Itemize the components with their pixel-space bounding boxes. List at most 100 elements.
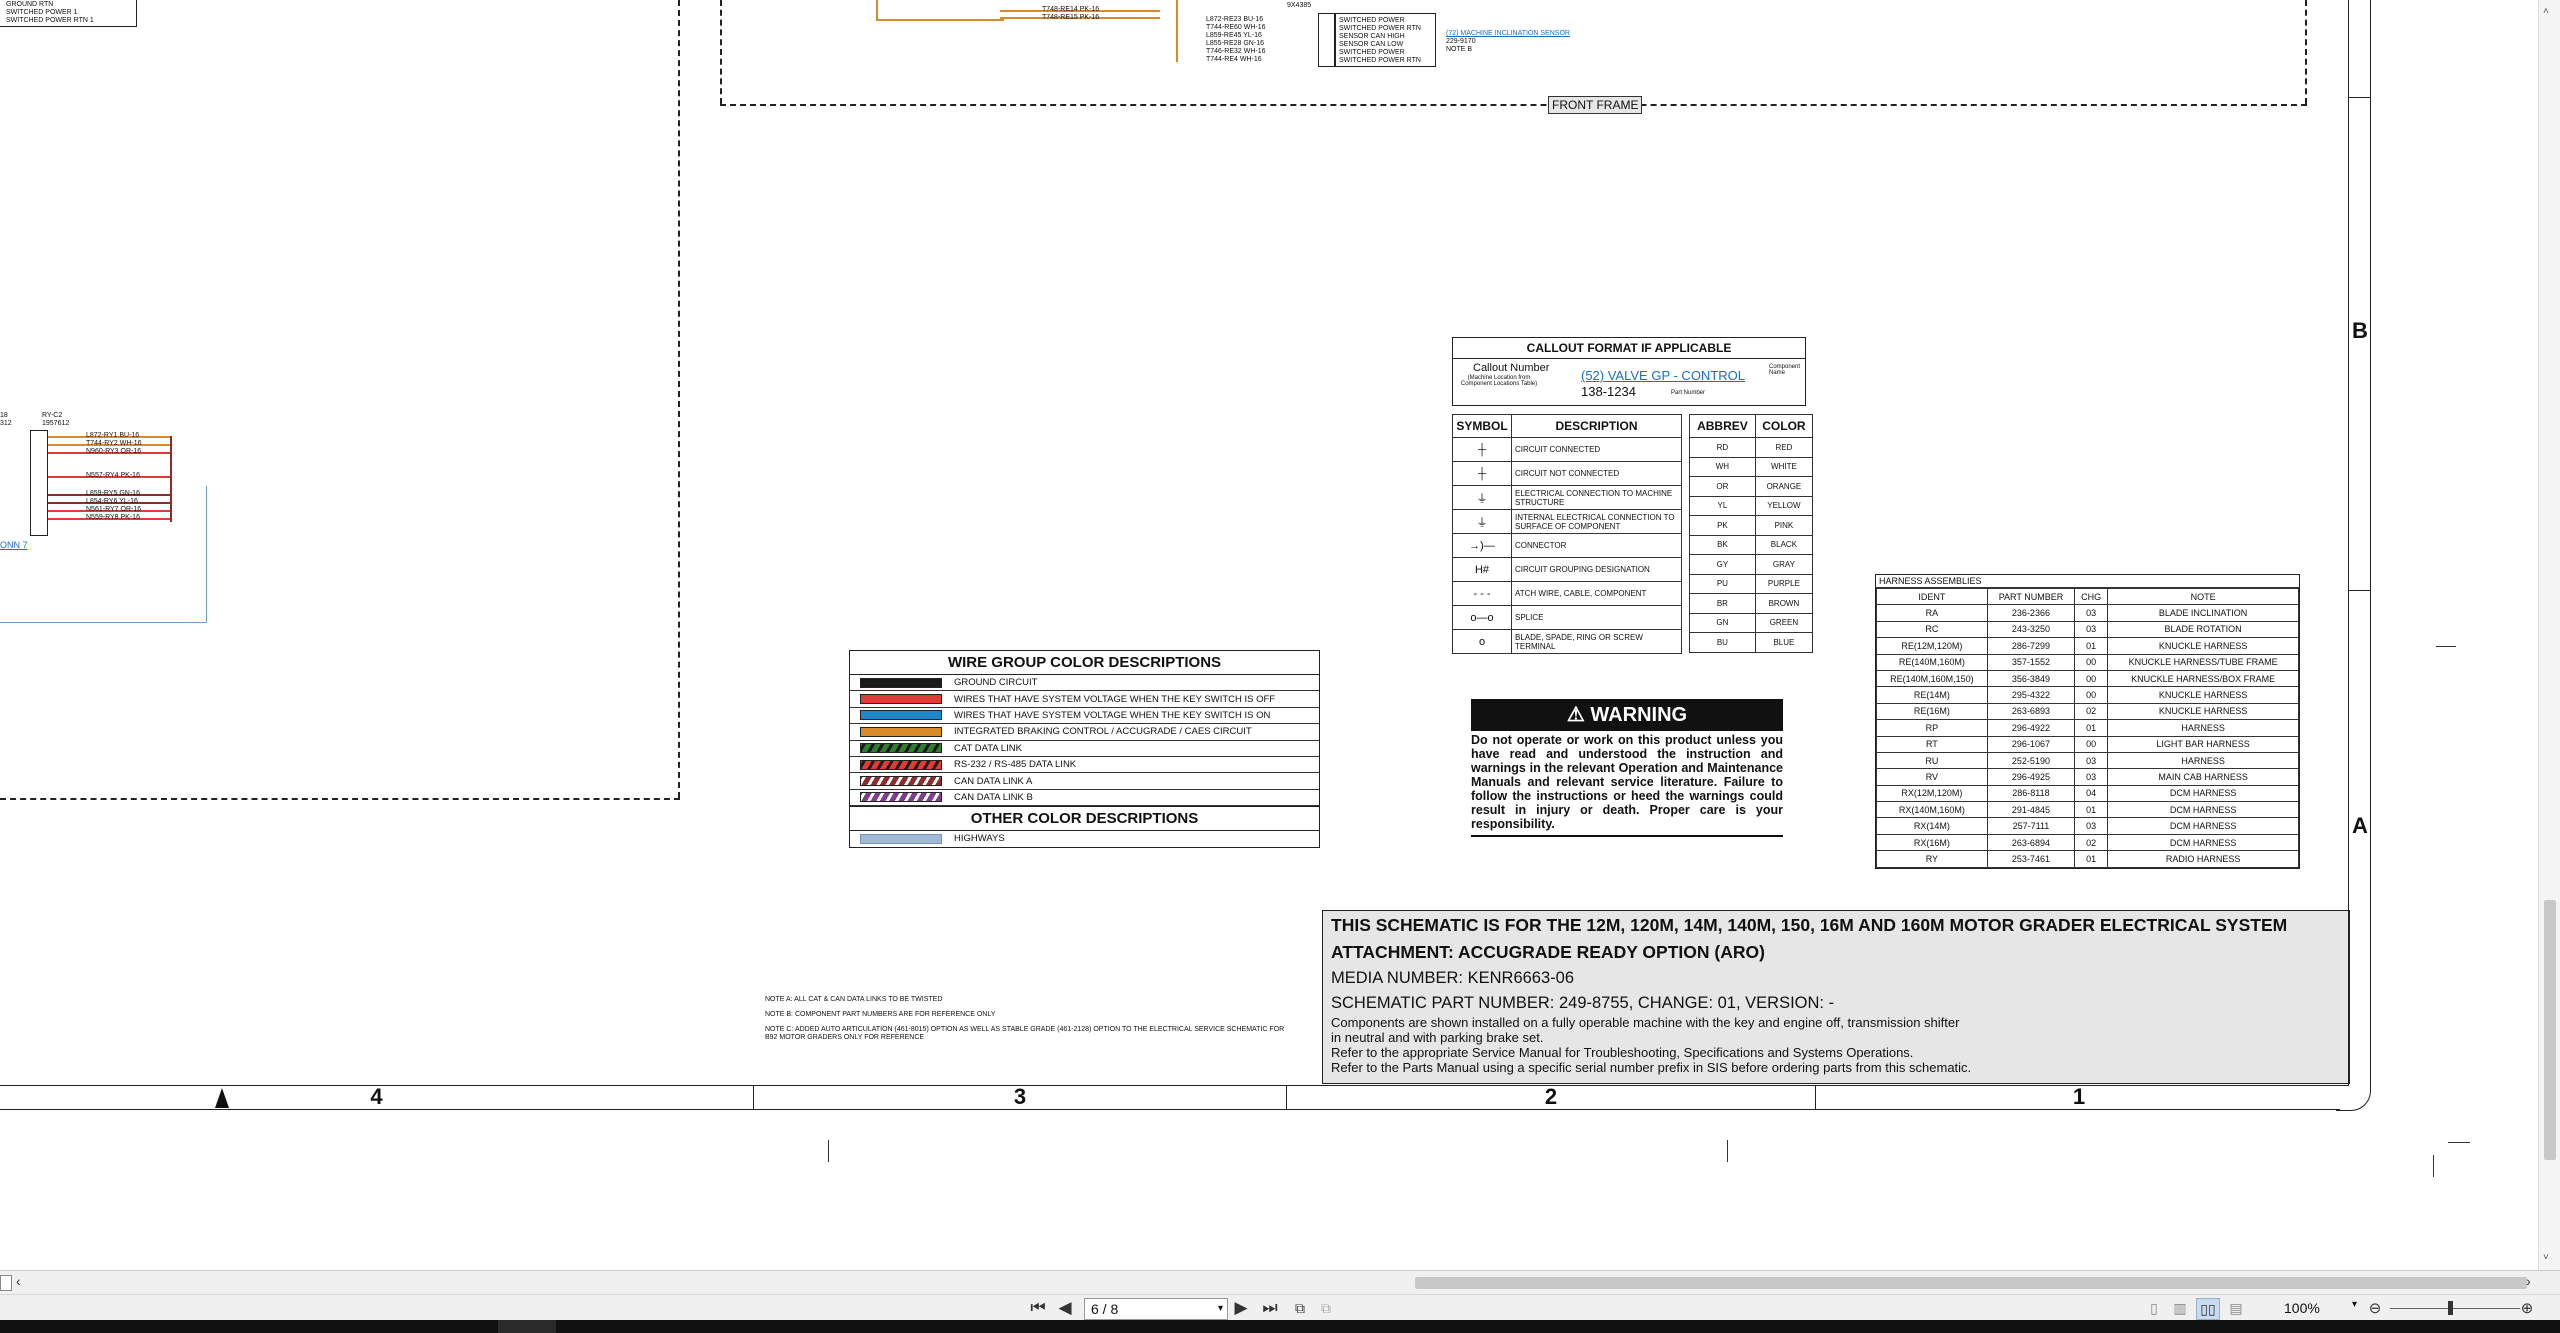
trim-mark: [1727, 1140, 1728, 1162]
harness-cell: 02: [2074, 702, 2109, 721]
zone-b: B: [2352, 318, 2368, 343]
zone-tick: [2348, 97, 2370, 98]
zoom-slider[interactable]: [2390, 1308, 2520, 1309]
harness-cell: 286-7299: [1986, 637, 2076, 655]
harness-cell: 00: [2074, 686, 2109, 704]
front-frame-left: [720, 0, 722, 104]
callout-example-link[interactable]: (52) VALVE GP - CONTROL: [1581, 368, 1745, 383]
zoom-level[interactable]: 100%: [2284, 1300, 2320, 1316]
scroll-left-icon[interactable]: ‹: [16, 1273, 21, 1289]
wire-group-row: GROUND CIRCUIT: [850, 675, 1319, 692]
harness-cell: RE(14M): [1876, 686, 1988, 704]
front-frame-bottom: [720, 104, 2307, 106]
harness-cell: 296-4922: [1986, 719, 2076, 737]
wire-label: N559-RY8 PK-16: [86, 514, 140, 521]
zoom-dropdown-icon[interactable]: ▾: [2352, 1299, 2357, 1310]
single-page-button[interactable]: ▯: [2144, 1298, 2164, 1318]
sheet-border-inner: [2348, 0, 2349, 1086]
harness-cell: 236-2366: [1986, 604, 2076, 622]
ident-header: IDENT: [1876, 587, 1988, 606]
harness-cell: KNUCKLE HARNESS: [2107, 686, 2299, 704]
symbol-row: - - - ATCH WIRE, CABLE, COMPONENT: [1452, 581, 1682, 606]
connector-part: 9X4385: [1287, 2, 1312, 9]
wire-group-label: CAN DATA LINK B: [954, 791, 1033, 803]
sensor-link[interactable]: (72) MACHINE INCLINATION SENSOR: [1446, 30, 1570, 37]
harness-cell: 356-3849: [1986, 669, 2076, 688]
part-number-header: PART NUMBER: [1986, 587, 2076, 606]
harness-row: RA 236-2366 03 BLADE INCLINATION: [1876, 604, 2299, 622]
taskbar-item[interactable]: [498, 1320, 556, 1333]
symbol-header: SYMBOL: [1452, 414, 1512, 438]
last-page-button[interactable]: ⏭: [1260, 1298, 1280, 1318]
conn-link[interactable]: ONN 7: [0, 540, 28, 550]
warning-panel: ⚠ WARNING Do not operate or work on this…: [1471, 699, 1783, 837]
harness-cell: 03: [2074, 817, 2109, 835]
wire-label: L872-RE23 BU-16: [1206, 16, 1264, 23]
scroll-down-icon[interactable]: ˅: [2543, 1252, 2549, 1263]
next-page-button[interactable]: ▶: [1232, 1298, 1250, 1318]
horizontal-scrollbar[interactable]: ‹ ›: [0, 1270, 2560, 1295]
callout-title: CALLOUT FORMAT IF APPLICABLE: [1453, 338, 1805, 359]
wire-label: T744-RE4 WH-16: [1206, 56, 1262, 63]
connector-icon: →)—: [1452, 533, 1512, 558]
harness-row: RX(12M,120M) 286-8118 04 DCM HARNESS: [1876, 784, 2299, 803]
symbol-table: SYMBOL DESCRIPTION ┼ CIRCUIT CONNECTED ┼ …: [1452, 414, 1682, 654]
previous-page-button[interactable]: ◀: [1056, 1298, 1074, 1318]
harness-cell: 01: [2074, 637, 2109, 655]
title-body-3: Refer to the appropriate Service Manual …: [1331, 1045, 1914, 1060]
warning-icon: ⚠: [1566, 704, 1585, 726]
zoom-slider-thumb[interactable]: [2448, 1301, 2453, 1315]
continuous-facing-button[interactable]: ▤: [2226, 1298, 2246, 1318]
scroll-right-icon[interactable]: ›: [2526, 1273, 2531, 1289]
color-abbrev: GY: [1689, 554, 1756, 575]
previous-view-button[interactable]: ⧉: [1290, 1298, 1310, 1318]
vertical-scrollbar[interactable]: ˄ ˅: [2538, 0, 2560, 1270]
facing-button[interactable]: ▯▯: [2196, 1298, 2220, 1320]
harness-cell: 252-5190: [1986, 751, 2076, 770]
zoom-in-icon: ⊕: [2520, 1300, 2534, 1317]
wire-label: L855-RE28 GN-16: [1206, 40, 1264, 47]
harness-cell: 257-7111: [1986, 817, 2076, 835]
harness-row: RV 296-4925 03 MAIN CAB HARNESS: [1876, 768, 2299, 786]
zoom-in-button[interactable]: ⊕: [2518, 1298, 2536, 1318]
wire-group-label: RS-232 / RS-485 DATA LINK: [954, 759, 1077, 771]
chevron-down-icon[interactable]: ▾: [1218, 1299, 1223, 1319]
connector-part: 1957612: [42, 420, 70, 427]
attach-wire-icon: - - -: [1452, 581, 1512, 606]
continuous-button[interactable]: ▥: [2170, 1298, 2190, 1318]
zoom-out-button[interactable]: ⊖: [2366, 1298, 2384, 1318]
symbol-description: SPLICE: [1511, 605, 1682, 630]
other-color-label: HIGHWAYS: [954, 833, 1005, 845]
zone-3: 3: [754, 1085, 1287, 1109]
color-row: BU BLUE: [1689, 632, 1814, 653]
harness-cell: 02: [2074, 833, 2109, 852]
harness-row: RE(16M) 263-6893 02 KNUCKLE HARNESS: [1876, 702, 2299, 721]
symbol-description: INTERNAL ELECTRICAL CONNECTION TO SURFAC…: [1511, 509, 1682, 534]
scroll-up-icon[interactable]: ˄: [2543, 6, 2549, 17]
other-color-row: HIGHWAYS: [850, 831, 1319, 846]
sensor-link-text[interactable]: (72) MACHINE INCLINATION SENSOR: [1446, 30, 1570, 37]
front-frame-right: [2305, 0, 2307, 104]
conn-link-text[interactable]: ONN 7: [0, 540, 28, 550]
next-view-button[interactable]: ⧉: [1316, 1298, 1336, 1318]
color-abbrev: YL: [1689, 495, 1756, 516]
harness-row: RP 296-4922 01 HARNESS: [1876, 719, 2299, 737]
first-page-button[interactable]: ⏮: [1028, 1298, 1048, 1318]
harness-row: RC 243-3250 03 BLADE ROTATION: [1876, 620, 2299, 639]
wire-label: N561-RY7 OR-16: [86, 506, 142, 513]
harness-cell: BLADE ROTATION: [2107, 620, 2299, 639]
color-name: RED: [1754, 437, 1814, 458]
harness-row: RX(14M) 257-7111 03 DCM HARNESS: [1876, 817, 2299, 835]
harness-cell: 357-1552: [1986, 653, 2076, 671]
symbol-row: ⏚ INTERNAL ELECTRICAL CONNECTION TO SURF…: [1452, 509, 1682, 534]
wire-group-label: GROUND CIRCUIT: [954, 677, 1038, 689]
wire-label: T746-RE32 WH-16: [1206, 48, 1266, 55]
wire-group-label: CAT DATA LINK: [954, 742, 1022, 754]
harness-assemblies: HARNESS ASSEMBLIES IDENT PART NUMBER CHG…: [1875, 574, 2300, 869]
vertical-scroll-thumb[interactable]: [2544, 900, 2556, 1160]
wire-group-row: CAN DATA LINK A: [850, 773, 1319, 790]
wire-swatch: [860, 743, 942, 754]
facing-icon: ▯▯: [2200, 1300, 2216, 1317]
page-number-field[interactable]: 6 / 8 ▾: [1084, 1298, 1228, 1320]
horizontal-scroll-thumb[interactable]: [1415, 1277, 2527, 1289]
